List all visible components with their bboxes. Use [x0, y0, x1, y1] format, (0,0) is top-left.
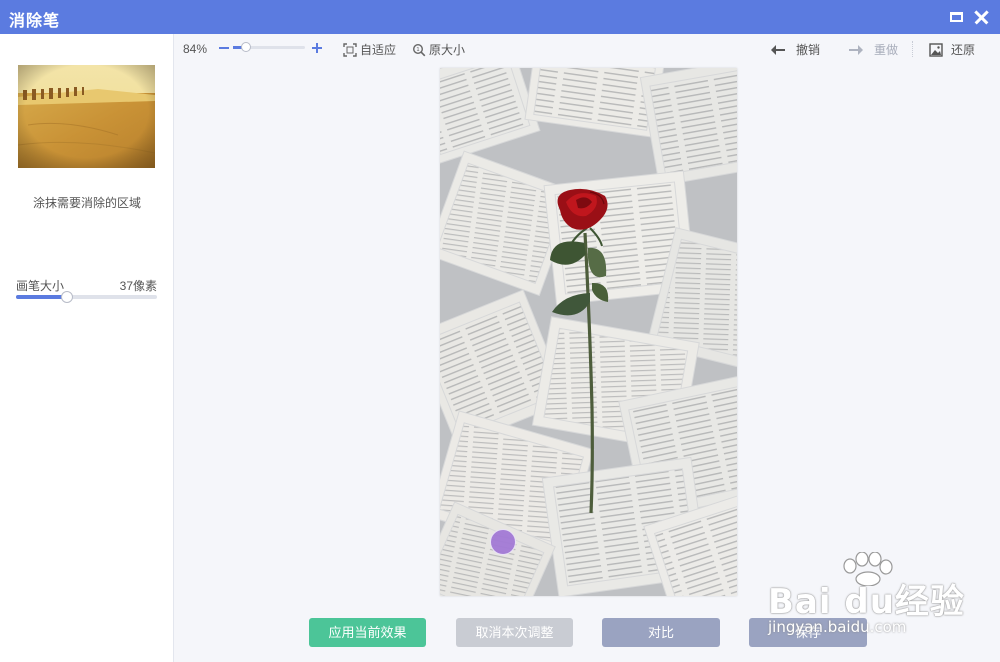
paw-logo-icon [843, 552, 893, 586]
brush-size-value: 37像素 [119, 279, 157, 293]
zoom-percent: 84% [183, 42, 208, 56]
maximize-button[interactable] [946, 6, 968, 28]
save-button[interactable]: 保存 [749, 618, 867, 647]
original-size-label: 原大小 [429, 43, 466, 57]
zoom-handle[interactable] [240, 42, 251, 52]
maximize-icon [950, 12, 963, 22]
brush-cursor [490, 529, 516, 555]
toolbar-divider [912, 41, 913, 57]
edit-canvas[interactable] [440, 68, 737, 596]
compare-button[interactable]: 对比 [602, 618, 720, 647]
zoom-out-button[interactable] [218, 41, 230, 55]
apply-effect-button[interactable]: 应用当前效果 [309, 618, 426, 647]
restore-label: 还原 [951, 43, 976, 57]
toolbar: 84% 自适应 1 原大小 撤销 重做 还原 [175, 34, 1000, 64]
restore-button[interactable]: 还原 [929, 41, 975, 58]
window-title: 消除笔 [9, 13, 61, 30]
brush-size-slider[interactable] [16, 291, 157, 303]
cancel-adjustment-button[interactable]: 取消本次调整 [456, 618, 573, 647]
fit-label: 自适应 [360, 43, 397, 57]
image-restore-icon [929, 42, 943, 57]
zoom-in-button[interactable] [311, 41, 323, 55]
fit-button[interactable]: 自适应 [343, 41, 396, 58]
instruction-text: 涂抹需要消除的区域 [32, 196, 141, 210]
preview-thumbnail [18, 65, 155, 168]
brush-size-handle[interactable] [60, 291, 73, 303]
original-size-button[interactable]: 1 原大小 [412, 41, 465, 58]
sidebar: 涂抹需要消除的区域 画笔大小 37像素 [0, 34, 174, 662]
close-button[interactable] [971, 6, 993, 28]
watermark-brand: Bai du经验 [768, 582, 965, 622]
redo-arrow-icon [847, 43, 867, 57]
undo-arrow-icon [769, 43, 789, 57]
undo-label: 撤销 [796, 43, 821, 57]
svg-text:1: 1 [416, 47, 420, 53]
brush-size-label: 画笔大小 [16, 279, 65, 293]
magnifier-icon: 1 [412, 43, 426, 57]
undo-button[interactable]: 撤销 [769, 41, 820, 58]
zoom-slider[interactable] [233, 42, 305, 52]
brush-size-fill [16, 295, 67, 299]
rose-on-pages-image [440, 68, 737, 596]
title-bar: 消除笔 [0, 0, 1000, 34]
fit-icon [343, 42, 357, 57]
redo-button[interactable]: 重做 [847, 41, 898, 58]
redo-label: 重做 [874, 43, 899, 57]
